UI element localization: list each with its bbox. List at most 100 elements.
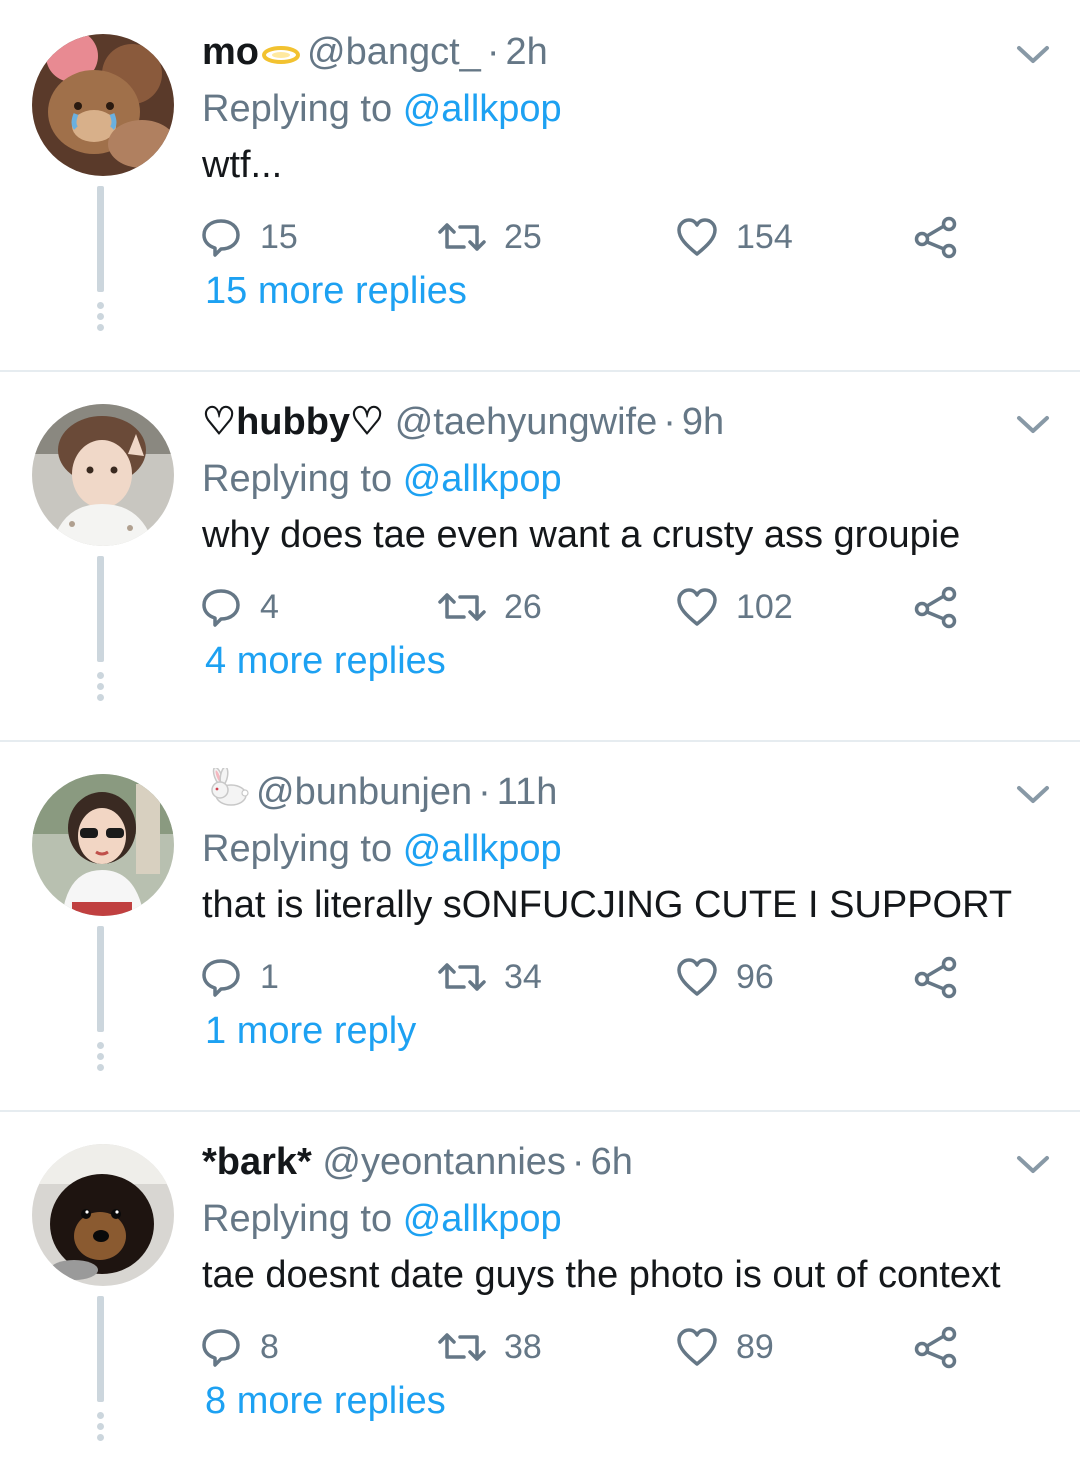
reply-button[interactable]: 1 [200, 952, 279, 1002]
avatar[interactable] [32, 34, 174, 176]
like-button[interactable]: 102 [676, 582, 793, 632]
display-name[interactable]: ♡hubby♡ [202, 401, 384, 443]
thread-dots [96, 1412, 106, 1442]
tweet-card[interactable]: mo @bangct_ · 2h Replying to @allkpop wtf..… [0, 0, 1080, 370]
action-bar: 4 26 102 [200, 582, 980, 632]
replying-to: Replying to @allkpop [202, 458, 562, 500]
replying-to-handle[interactable]: @allkpop [403, 1198, 562, 1240]
replying-to-handle[interactable]: @allkpop [403, 458, 562, 500]
thread-dots [96, 672, 106, 702]
retweet-count: 25 [504, 217, 542, 256]
tweet-card[interactable]: @bunbunjen · 11h Replying to @allkpop that… [0, 740, 1080, 1110]
tweet-header: @bunbunjen · 11h [202, 766, 558, 820]
reply-icon [202, 959, 240, 997]
tweet-card[interactable]: *bark* @yeontannies · 6h Replying to @allk… [0, 1110, 1080, 1480]
reply-count: 15 [260, 217, 298, 256]
replying-to: Replying to @allkpop [202, 88, 562, 130]
retweet-button[interactable]: 25 [438, 212, 542, 262]
retweet-icon [438, 593, 486, 621]
avatar[interactable] [32, 774, 174, 916]
chevron-down-icon[interactable] [1016, 414, 1050, 436]
replying-to-handle[interactable]: @allkpop [403, 828, 562, 870]
like-count: 102 [736, 587, 793, 626]
share-button[interactable] [914, 1322, 976, 1372]
share-button[interactable] [914, 212, 976, 262]
retweet-icon [438, 963, 486, 991]
thread-dots [96, 302, 106, 332]
thread-line [97, 926, 104, 1032]
reply-button[interactable]: 15 [200, 212, 298, 262]
tweet-text: wtf... [202, 144, 283, 186]
timestamp[interactable]: 9h [682, 401, 724, 443]
more-replies-link[interactable]: 15 more replies [205, 267, 467, 315]
timestamp[interactable]: 2h [505, 31, 547, 73]
timestamp[interactable]: 6h [591, 1141, 633, 1183]
reply-icon [202, 1329, 240, 1367]
handle[interactable]: @bunbunjen [256, 771, 472, 813]
share-icon [914, 1326, 957, 1369]
rabbit-icon [204, 766, 250, 820]
like-count: 89 [736, 1327, 774, 1366]
like-button[interactable]: 154 [676, 212, 793, 262]
chevron-down-icon[interactable] [1016, 784, 1050, 806]
replying-to: Replying to @allkpop [202, 828, 562, 870]
heart-icon [677, 1328, 717, 1366]
handle[interactable]: @bangct_ [307, 31, 481, 73]
retweet-button[interactable]: 38 [438, 1322, 542, 1372]
like-count: 154 [736, 217, 793, 256]
replying-to-handle[interactable]: @allkpop [403, 88, 562, 130]
halo-icon [261, 30, 301, 78]
action-bar: 15 25 154 [200, 212, 980, 262]
like-button[interactable]: 89 [676, 1322, 774, 1372]
share-button[interactable] [914, 952, 976, 1002]
reply-icon [202, 219, 240, 257]
thread-dots [96, 1042, 106, 1072]
tweet-card[interactable]: ♡hubby♡ @taehyungwife · 9h Replying to @al… [0, 370, 1080, 740]
thread-line [97, 1296, 104, 1402]
display-name[interactable]: mo [202, 31, 259, 73]
avatar[interactable] [32, 404, 174, 546]
retweet-icon [438, 223, 486, 251]
retweet-count: 38 [504, 1327, 542, 1366]
more-replies-link[interactable]: 4 more replies [205, 637, 446, 685]
tweet-header: ♡hubby♡ @taehyungwife · 9h [202, 401, 725, 443]
handle[interactable]: @yeontannies [322, 1141, 566, 1183]
share-button[interactable] [914, 582, 976, 632]
more-replies-link[interactable]: 8 more replies [205, 1377, 446, 1425]
retweet-button[interactable]: 26 [438, 582, 542, 632]
chevron-down-icon[interactable] [1016, 1154, 1050, 1176]
reply-count: 8 [260, 1327, 279, 1366]
handle[interactable]: @taehyungwife [395, 401, 658, 443]
reply-button[interactable]: 4 [200, 582, 279, 632]
tweet-text: that is literally sONFUCJING CUTE I SUPP… [202, 884, 1013, 926]
heart-icon [677, 958, 717, 996]
tweet-header: *bark* @yeontannies · 6h [202, 1141, 633, 1183]
reply-count: 4 [260, 587, 279, 626]
reply-count: 1 [260, 957, 279, 996]
display-name[interactable]: *bark* [202, 1141, 312, 1183]
share-icon [914, 586, 957, 629]
like-button[interactable]: 96 [676, 952, 774, 1002]
reply-button[interactable]: 8 [200, 1322, 279, 1372]
share-icon [914, 956, 957, 999]
action-bar: 1 34 96 [200, 952, 980, 1002]
retweet-icon [438, 1333, 486, 1361]
tweet-header: mo @bangct_ · 2h [202, 28, 548, 78]
like-count: 96 [736, 957, 774, 996]
action-bar: 8 38 89 [200, 1322, 980, 1372]
replying-to: Replying to @allkpop [202, 1198, 562, 1240]
retweet-button[interactable]: 34 [438, 952, 542, 1002]
share-icon [914, 216, 957, 259]
timestamp[interactable]: 11h [497, 771, 558, 813]
chevron-down-icon[interactable] [1016, 44, 1050, 66]
tweet-text: tae doesnt date guys the photo is out of… [202, 1254, 1001, 1296]
avatar[interactable] [32, 1144, 174, 1286]
heart-icon [677, 588, 717, 626]
tweet-text: why does tae even want a crusty ass grou… [202, 514, 961, 556]
heart-icon [677, 218, 717, 256]
thread-line [97, 186, 104, 292]
retweet-count: 26 [504, 587, 542, 626]
more-replies-link[interactable]: 1 more reply [205, 1007, 416, 1055]
retweet-count: 34 [504, 957, 542, 996]
reply-icon [202, 589, 240, 627]
